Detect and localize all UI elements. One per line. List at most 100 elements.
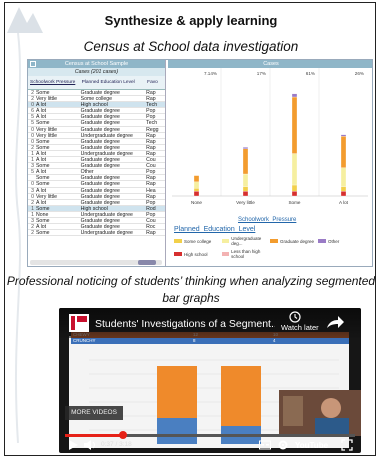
table-cell: 0	[31, 102, 34, 108]
bar-segment[interactable]	[242, 191, 249, 197]
bar-segment[interactable]	[340, 136, 347, 168]
bar-segment[interactable]	[340, 191, 347, 197]
table-cell: 5	[31, 120, 34, 126]
legend-item[interactable]: Undergraduate deg...	[222, 236, 270, 246]
bar-segment[interactable]	[242, 186, 249, 192]
volume-icon[interactable]	[83, 439, 97, 451]
table-cell: 0	[31, 132, 34, 138]
bar-segment[interactable]	[193, 175, 200, 183]
percent-label: 7.14%	[204, 71, 217, 76]
table-cell: Pop	[146, 114, 156, 120]
table-cell: Graduate degree	[80, 193, 120, 199]
table-cell: 2	[31, 199, 34, 205]
table-cell: 0	[31, 181, 34, 187]
bar-segment[interactable]	[242, 148, 249, 175]
watch-later-icon[interactable]	[289, 311, 301, 323]
bar-segment[interactable]	[340, 186, 347, 192]
table-cell: 3	[31, 187, 34, 193]
progress-bar[interactable]	[65, 431, 355, 439]
table-cell: 0	[31, 126, 34, 132]
bar-segment[interactable]	[193, 191, 200, 197]
table-cell	[28, 175, 35, 180]
watch-later-button[interactable]: Watch later	[281, 323, 319, 332]
table-cell: A lot	[35, 108, 47, 114]
percent-label: 61%	[306, 71, 315, 76]
legend-item[interactable]: High school	[174, 249, 222, 259]
column-header-schoolwork[interactable]: Schoolwork Pressure	[28, 76, 80, 89]
table-cell: Pop	[146, 108, 156, 114]
legend-label: Undergraduate deg...	[231, 236, 262, 246]
table-cell: Rap	[146, 132, 156, 138]
bar-segment[interactable]	[193, 181, 200, 189]
channel-logo-icon[interactable]	[69, 314, 89, 332]
bar-segment[interactable]	[291, 191, 298, 197]
scrollbar-thumb[interactable]	[138, 260, 156, 265]
play-icon[interactable]	[67, 439, 79, 451]
bar-segment[interactable]	[242, 147, 249, 150]
table-scrollbar[interactable]	[30, 260, 162, 265]
more-videos-button[interactable]: MORE VIDEOS	[65, 406, 123, 420]
column-header-education[interactable]: Planned Education Level	[80, 76, 146, 89]
table-cell: Pop	[146, 169, 156, 175]
bar-segment[interactable]	[291, 96, 298, 154]
table-cell: Very little	[35, 193, 58, 199]
table-cell: Some	[35, 90, 50, 96]
legend-swatch	[318, 239, 326, 243]
table-cell: Some	[35, 163, 50, 169]
column-header-favorite[interactable]: Favo	[145, 76, 165, 89]
captions-icon[interactable]	[259, 439, 271, 451]
legend-swatch	[174, 252, 182, 256]
fullscreen-icon[interactable]	[341, 439, 353, 451]
settings-gear-icon[interactable]	[277, 439, 289, 451]
table-cell: Some	[35, 230, 50, 236]
table-cell: Very little	[35, 126, 58, 132]
table-cell: Graduate degree	[80, 120, 120, 126]
x-axis-title[interactable]: Schoolwork_Pressure	[238, 217, 296, 223]
table-body: 2 Some Graduate degree Rap 2 Very little Some …	[28, 90, 165, 237]
bar-segment[interactable]	[291, 93, 298, 98]
table-cell: Graduate degree	[80, 90, 120, 96]
legend-item[interactable]: Less than high school	[222, 249, 270, 259]
progress-fill	[65, 434, 123, 437]
table-cell: 1	[31, 211, 34, 217]
table-cell: Tech	[146, 102, 158, 108]
table-cell: 1	[31, 157, 34, 163]
bar-segment[interactable]	[193, 187, 200, 192]
bar-segment[interactable]	[291, 184, 298, 192]
table-cell: Rap	[146, 175, 156, 181]
percent-label: 26%	[355, 71, 364, 76]
share-icon[interactable]	[323, 314, 345, 332]
table-cell: A lot	[35, 114, 47, 120]
legend-item[interactable]: Graduate degree	[270, 236, 318, 246]
legend-label: Less than high school	[231, 249, 261, 259]
youtube-logo[interactable]: YouTube	[295, 441, 328, 450]
bar-segment[interactable]	[340, 167, 347, 187]
table-cell: A lot	[35, 169, 47, 175]
table-row[interactable]: 2 Some Undergraduate degree Rap	[28, 230, 165, 237]
table-cell: Graduate degree	[80, 181, 120, 187]
table-cell: Rap	[146, 138, 156, 144]
percent-label: 17%	[257, 71, 266, 76]
table-cell: 5	[31, 169, 34, 175]
section-subtitle: Census at School data investigation	[83, 39, 299, 54]
graph-panel: Cases 7.14% None 17% Very little 61% Some 26% A…	[168, 60, 372, 266]
legend-item[interactable]: Some college	[174, 236, 222, 246]
bar-segment[interactable]	[291, 153, 298, 186]
bar-segment[interactable]	[242, 173, 249, 187]
table-cell: A lot	[35, 102, 47, 108]
table-cell: Some	[35, 175, 50, 181]
video-title[interactable]: Students' Investigations of a Segment...	[95, 318, 275, 330]
category-label: None	[191, 200, 202, 205]
legend-item[interactable]: Other	[318, 236, 366, 246]
scrubber-handle[interactable]	[119, 431, 127, 439]
table-cell: High school	[80, 102, 108, 108]
video-player[interactable]: CHEWY 12 10 CRUNCHY 8 4 Students' Invest…	[59, 308, 361, 453]
table-cell: A lot	[35, 187, 47, 193]
video-caption: Professional noticing of students’ think…	[6, 274, 376, 305]
table-cell: Graduate degree	[80, 175, 120, 181]
table-cell: A lot	[35, 199, 47, 205]
table-cell: 3	[31, 217, 34, 224]
legend-title[interactable]: Planned_Education_Level	[174, 226, 255, 233]
table-cell: Graduate degree	[80, 187, 120, 193]
bar-segment[interactable]	[340, 134, 347, 137]
